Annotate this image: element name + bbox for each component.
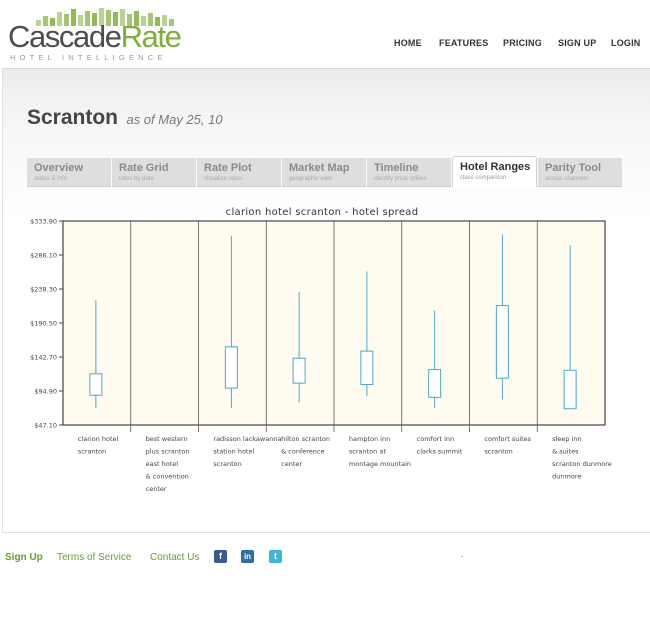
tab-subtitle: class comparison <box>460 175 507 181</box>
tab-market-map[interactable]: Market Map geographic view <box>282 158 366 187</box>
nav-features[interactable]: FEATURES <box>439 38 488 48</box>
tab-bar: Overview status & info Rate Grid rates b… <box>27 156 622 188</box>
tab-timeline[interactable]: Timeline identify price spikes <box>367 158 451 187</box>
tab-subtitle: rates by date <box>119 176 154 182</box>
tab-title: Market Map <box>289 162 350 174</box>
tab-title: Hotel Ranges <box>460 161 531 173</box>
range-box <box>292 357 306 384</box>
tab-subtitle: geographic view <box>289 176 333 182</box>
range-box <box>224 346 238 389</box>
footer-contact-link[interactable]: Contact Us <box>150 552 199 563</box>
tab-subtitle: across channels <box>545 176 589 182</box>
tab-parity-tool[interactable]: Parity Tool across channels <box>538 158 622 187</box>
tab-title: Timeline <box>374 162 419 174</box>
twitter-icon[interactable]: t <box>269 550 282 563</box>
tab-title: Overview <box>34 162 83 174</box>
tab-subtitle: identify price spikes <box>374 176 427 182</box>
category-label: comfort inn clarks summit <box>417 435 463 456</box>
range-box <box>89 373 103 396</box>
range-box <box>360 350 374 386</box>
nav-sign-up[interactable]: SIGN UP <box>558 38 596 48</box>
as-of-date: as of May 25, 10 <box>126 112 223 127</box>
page-title: Scranton as of May 25, 10 <box>27 106 223 130</box>
facebook-icon[interactable]: f <box>214 550 227 563</box>
y-tick-label: $94.90 <box>34 388 57 396</box>
tab-hotel-ranges[interactable]: Hotel Ranges class comparison <box>452 156 537 187</box>
footer-sign-up-link[interactable]: Sign Up <box>5 552 43 563</box>
linkedin-icon[interactable]: in <box>241 550 254 563</box>
y-tick-label: $286.10 <box>30 252 57 260</box>
top-nav: HOME FEATURES PRICING SIGN UP LOGIN <box>0 38 650 52</box>
y-tick-label: $47.10 <box>34 422 57 430</box>
range-box <box>495 305 509 379</box>
footer-divider-dot <box>461 556 463 557</box>
city-name: Scranton <box>27 106 119 129</box>
range-box <box>563 369 577 410</box>
footer: Sign Up Terms of Service Contact Us f in… <box>0 550 650 568</box>
category-label: comfort suites scranton <box>484 435 531 456</box>
tab-rate-grid[interactable]: Rate Grid rates by date <box>112 158 196 187</box>
tab-title: Rate Grid <box>119 162 169 174</box>
nav-home[interactable]: HOME <box>394 38 422 48</box>
chart-title: clarion hotel scranton - hotel spread <box>226 207 419 218</box>
tab-title: Parity Tool <box>545 162 602 174</box>
nav-login[interactable]: LOGIN <box>611 38 641 48</box>
tab-rate-plot[interactable]: Rate Plot visualize rates <box>197 158 281 187</box>
nav-pricing[interactable]: PRICING <box>503 38 542 48</box>
y-tick-label: $190.50 <box>30 320 57 328</box>
logo-tagline: HOTEL INTELLIGENCE <box>10 53 167 62</box>
category-label: hampton inn scranton at montage mountain <box>349 435 411 468</box>
y-tick-label: $238.30 <box>30 286 57 294</box>
y-tick-label: $333.90 <box>30 218 57 226</box>
category-label: best western plus scranton east hotel & con… <box>146 435 190 493</box>
cascaderate-logo[interactable]: CascadeRate HOTEL INTELLIGENCE <box>8 8 182 62</box>
category-label: hilton scranton & conference center <box>281 435 330 468</box>
tab-subtitle: visualize rates <box>204 176 243 182</box>
footer-terms-link[interactable]: Terms of Service <box>57 552 131 563</box>
y-tick-label: $142.70 <box>30 354 57 362</box>
category-label: radisson lackawanna station hotel scranton <box>213 435 281 468</box>
category-label: clarion hotel scranton <box>78 435 119 456</box>
tab-overview[interactable]: Overview status & info <box>27 158 111 187</box>
category-label: sleep inn & suites scranton dunmore dunmore <box>552 435 612 481</box>
range-box <box>428 369 442 398</box>
tab-subtitle: status & info <box>34 176 68 182</box>
hotel-spread-chart: clarion hotel scranton - hotel spread $3… <box>30 207 612 493</box>
tab-title: Rate Plot <box>204 162 252 174</box>
